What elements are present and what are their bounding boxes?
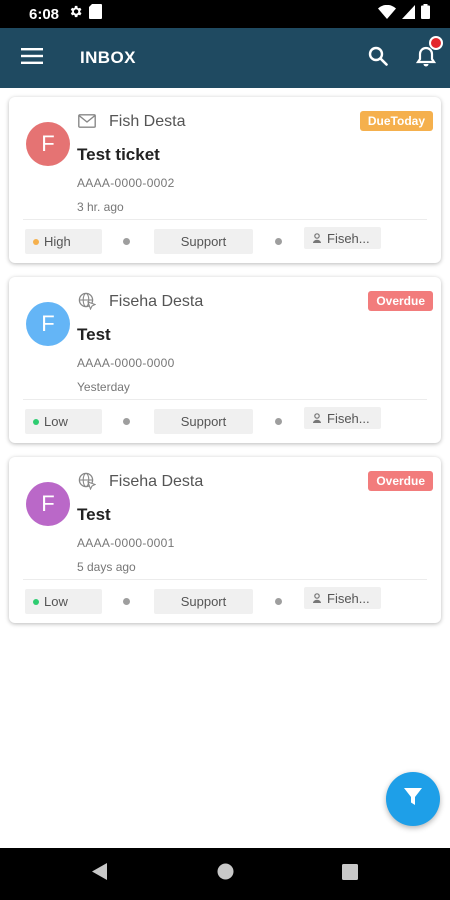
page-title: INBOX — [80, 48, 136, 67]
priority-dot — [33, 598, 39, 605]
ticket-card[interactable]: F Fiseha Desta Overdue Test AAAA-0000-00… — [9, 277, 441, 443]
agent-chip[interactable]: Fiseh... — [304, 587, 381, 609]
search-icon — [368, 46, 388, 71]
priority-dot — [33, 418, 39, 425]
department-chip[interactable]: Support — [154, 229, 253, 254]
agent-label: Fiseh... — [327, 230, 370, 246]
separator-dot — [123, 598, 130, 605]
web-icon — [77, 472, 97, 490]
priority-label: Low — [44, 414, 68, 429]
separator-dot — [275, 598, 282, 605]
avatar: F — [26, 302, 70, 346]
requester-name: Fiseha Desta — [109, 293, 204, 310]
priority-chip[interactable]: High — [25, 229, 102, 254]
ticket-subject: Test — [77, 325, 111, 344]
filter-funnel-icon — [403, 787, 423, 812]
sd-card-icon — [89, 4, 103, 24]
separator-dot — [123, 418, 130, 425]
status-bar: 6:08 — [0, 0, 450, 28]
hamburger-menu-icon — [21, 47, 43, 69]
app-bar-actions — [354, 28, 450, 88]
due-status-badge: Overdue — [368, 291, 433, 311]
card-divider — [23, 579, 427, 580]
agent-chip[interactable]: Fiseh... — [304, 227, 381, 249]
recents-square-icon — [342, 863, 358, 885]
avatar: F — [26, 122, 70, 166]
status-right-icons — [378, 4, 430, 24]
settings-gear-icon — [68, 4, 83, 24]
battery-icon — [421, 4, 430, 24]
search-button[interactable] — [354, 28, 402, 88]
ticket-id: AAAA-0000-0000 — [77, 356, 175, 370]
home-circle-icon — [217, 863, 234, 885]
cell-signal-icon — [402, 4, 415, 24]
home-button[interactable] — [163, 848, 288, 900]
department-chip[interactable]: Support — [154, 589, 253, 614]
due-status-badge: Overdue — [368, 471, 433, 491]
wifi-icon — [378, 4, 396, 24]
app-bar: INBOX — [0, 28, 450, 88]
mail-icon — [77, 112, 97, 130]
ticket-id: AAAA-0000-0001 — [77, 536, 175, 550]
ticket-card[interactable]: F Fish Desta DueToday Test ticket AAAA-0… — [9, 97, 441, 263]
ticket-id: AAAA-0000-0002 — [77, 176, 175, 190]
priority-label: High — [44, 234, 71, 249]
system-nav-bar — [0, 848, 450, 900]
menu-button[interactable] — [2, 28, 62, 88]
status-left-icons — [68, 4, 103, 24]
ticket-subject: Test — [77, 505, 111, 524]
card-divider — [23, 399, 427, 400]
ticket-card[interactable]: F Fiseha Desta Overdue Test AAAA-0000-00… — [9, 457, 441, 623]
requester-name: Fiseha Desta — [109, 473, 204, 490]
ticket-time: 3 hr. ago — [77, 200, 124, 214]
web-icon — [77, 292, 97, 310]
ticket-time: 5 days ago — [77, 560, 136, 574]
person-icon — [312, 591, 322, 606]
separator-dot — [275, 238, 282, 245]
separator-dot — [275, 418, 282, 425]
priority-label: Low — [44, 594, 68, 609]
card-footer: Low Support Fiseh... — [25, 407, 427, 434]
notifications-button[interactable] — [402, 28, 450, 88]
agent-label: Fiseh... — [327, 590, 370, 606]
person-icon — [312, 231, 322, 246]
card-footer: Low Support Fiseh... — [25, 587, 427, 614]
person-icon — [312, 411, 322, 426]
department-label: Support — [180, 414, 227, 429]
status-time: 6:08 — [29, 5, 60, 23]
agent-label: Fiseh... — [327, 410, 370, 426]
back-button[interactable] — [38, 848, 163, 900]
due-status-badge: DueToday — [359, 111, 433, 131]
priority-dot — [33, 238, 39, 245]
separator-dot — [123, 238, 130, 245]
ticket-subject: Test ticket — [77, 145, 160, 164]
department-label: Support — [180, 594, 227, 609]
agent-chip[interactable]: Fiseh... — [304, 407, 381, 429]
filter-button[interactable] — [386, 772, 440, 826]
department-label: Support — [180, 234, 227, 249]
notification-badge — [429, 36, 443, 50]
requester-name: Fish Desta — [109, 113, 186, 130]
avatar: F — [26, 482, 70, 526]
priority-chip[interactable]: Low — [25, 589, 102, 614]
priority-chip[interactable]: Low — [25, 409, 102, 434]
back-triangle-icon — [92, 863, 108, 885]
card-divider — [23, 219, 427, 220]
card-footer: High Support Fiseh... — [25, 227, 427, 254]
ticket-time: Yesterday — [77, 380, 130, 394]
department-chip[interactable]: Support — [154, 409, 253, 434]
recents-button[interactable] — [288, 848, 413, 900]
app-screen: 6:08 INBOX F Fish Desta DueToday Test ti… — [0, 0, 450, 900]
